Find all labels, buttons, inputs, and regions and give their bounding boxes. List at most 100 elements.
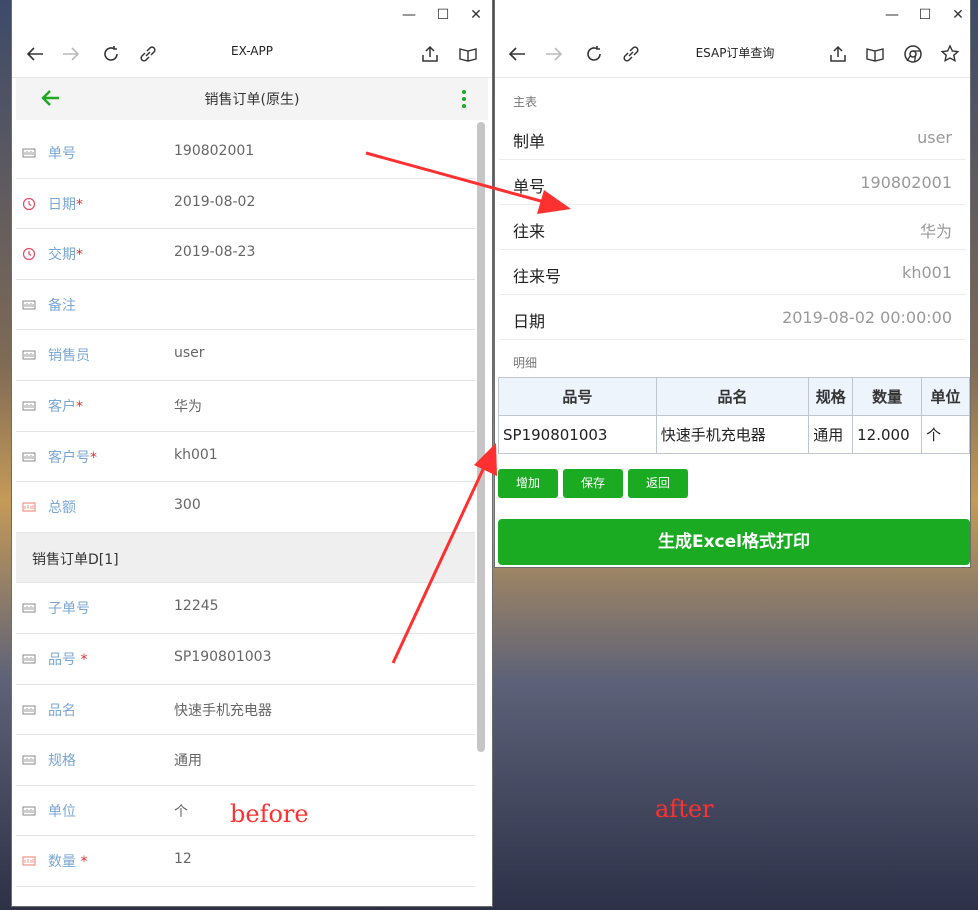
form-row[interactable]: 备注	[16, 280, 475, 331]
form-row[interactable]: 子单号 12245	[16, 583, 475, 634]
field-label-text: 客户号	[48, 449, 90, 466]
master-row: 往来 华为	[499, 205, 966, 250]
field-value[interactable]: 190802001	[174, 143, 254, 159]
share-icon[interactable]	[827, 43, 849, 65]
field-label: 交期*	[48, 244, 83, 264]
master-row: 单号 190802001	[499, 160, 966, 205]
field-value[interactable]: 通用	[174, 750, 202, 770]
more-menu-icon[interactable]	[461, 88, 467, 110]
form-row[interactable]: 品名 快速手机充电器	[16, 685, 475, 736]
detail-table: 品号 品名 规格 数量 单位 SP190801003 快速手机充电器 通用 12.000 个	[498, 377, 970, 454]
form-row[interactable]: 规格 通用	[16, 735, 475, 786]
field-label: 客户号*	[48, 447, 97, 467]
back-arrow-icon[interactable]	[506, 43, 528, 65]
required-mark: *	[76, 398, 83, 415]
field-value[interactable]: 华为	[174, 396, 202, 416]
back-arrow-icon[interactable]	[24, 43, 46, 65]
field-value[interactable]: 个	[174, 801, 188, 821]
table-cell: SP190801003	[498, 415, 657, 454]
form-row[interactable]: 数量 * 12	[16, 836, 475, 887]
text-field-icon	[22, 702, 36, 716]
browser-title: EX-APP	[231, 44, 273, 58]
title-bar: — ☐ ✕	[495, 0, 970, 30]
field-value[interactable]: 快速手机充电器	[174, 700, 272, 720]
form-row[interactable]: 单号 190802001	[16, 128, 475, 179]
form-row[interactable]: 日期* 2019-08-02	[16, 179, 475, 230]
field-label-text: 规格	[48, 753, 76, 770]
field-label: 客户*	[48, 396, 83, 416]
table-cell: 通用	[808, 415, 854, 454]
refresh-icon[interactable]	[100, 43, 122, 65]
table-header-row: 品号 品名 规格 数量 单位	[498, 377, 970, 416]
master-section-label: 主表	[513, 95, 538, 109]
share-icon[interactable]	[419, 43, 441, 65]
scrollbar[interactable]	[477, 122, 485, 752]
field-label-text: 总额	[48, 500, 76, 517]
clock-icon	[22, 196, 36, 210]
forward-arrow-icon[interactable]	[60, 43, 82, 65]
column-header: 单位	[921, 377, 970, 416]
text-field-icon	[22, 651, 36, 665]
minimize-button[interactable]: —	[400, 6, 418, 24]
detail-section-header: 销售订单D[1]	[16, 532, 475, 584]
field-label-text: 单位	[48, 803, 76, 820]
text-field-icon	[22, 803, 36, 817]
field-value[interactable]: SP190801003	[174, 649, 272, 665]
field-value[interactable]: 2019-08-23	[174, 244, 255, 260]
table-row[interactable]: SP190801003 快速手机充电器 通用 12.000 个	[498, 415, 970, 454]
field-value[interactable]: 12245	[174, 598, 219, 614]
required-mark: *	[80, 854, 88, 871]
field-label-text: 销售员	[48, 348, 90, 365]
after-annotation: after	[655, 795, 714, 823]
read-mode-icon[interactable]	[864, 43, 886, 65]
maximize-button[interactable]: ☐	[916, 6, 934, 24]
close-button[interactable]: ✕	[949, 6, 967, 24]
field-label-text: 交期	[48, 247, 76, 264]
clock-icon	[22, 246, 36, 261]
field-value[interactable]: user	[174, 345, 205, 361]
add-button[interactable]: 增加	[498, 469, 558, 498]
text-field-icon	[22, 347, 36, 361]
field-value[interactable]: kh001	[174, 447, 218, 463]
browser-title: ESAP订单查询	[695, 46, 775, 60]
table-cell: 12.000	[852, 415, 923, 454]
maximize-button[interactable]: ☐	[434, 6, 452, 24]
return-button[interactable]: 返回	[628, 469, 688, 498]
field-value[interactable]: 300	[174, 497, 201, 513]
read-mode-icon[interactable]	[457, 43, 479, 65]
master-value: user	[917, 128, 952, 147]
form-row[interactable]: 客户号* kh001	[16, 432, 475, 483]
form-row[interactable]: 品号 * SP190801003	[16, 634, 475, 685]
field-label-text: 单号	[48, 146, 76, 162]
field-label-text: 数量	[48, 854, 81, 871]
form-row[interactable]: 客户* 华为	[16, 381, 475, 432]
field-label-text: 客户	[48, 398, 76, 415]
master-row: 日期 2019-08-02 00:00:00	[499, 295, 966, 340]
before-annotation: before	[230, 800, 309, 828]
column-header: 品名	[655, 377, 810, 416]
text-field-icon	[22, 297, 36, 311]
order-form: 单号 190802001 日期* 2019-08-02 交期* 2019-08-23 备注销…	[16, 128, 475, 887]
form-row[interactable]: 销售员 user	[16, 330, 475, 381]
field-value[interactable]: 12	[174, 851, 192, 867]
form-row[interactable]: 总额 300	[16, 482, 475, 533]
link-icon[interactable]	[137, 43, 159, 65]
column-header: 数量	[852, 377, 923, 416]
field-label-text: 品名	[48, 702, 76, 719]
field-value[interactable]: 2019-08-02	[174, 194, 255, 210]
close-button[interactable]: ✕	[467, 6, 485, 24]
text-field-icon	[22, 600, 36, 614]
field-label: 品名	[48, 700, 76, 720]
field-label: 规格	[48, 750, 76, 770]
forward-arrow-icon[interactable]	[543, 43, 565, 65]
refresh-icon[interactable]	[583, 43, 605, 65]
chrome-icon[interactable]	[902, 43, 924, 65]
minimize-button[interactable]: —	[883, 6, 901, 24]
master-key: 单号	[513, 177, 546, 196]
save-button[interactable]: 保存	[563, 469, 623, 498]
favorite-star-icon[interactable]	[939, 43, 961, 65]
link-icon[interactable]	[620, 43, 642, 65]
form-row[interactable]: 交期* 2019-08-23	[16, 229, 475, 280]
browser-nav-bar: EX-APP	[12, 30, 492, 78]
excel-print-button[interactable]: 生成Excel格式打印	[498, 519, 970, 565]
